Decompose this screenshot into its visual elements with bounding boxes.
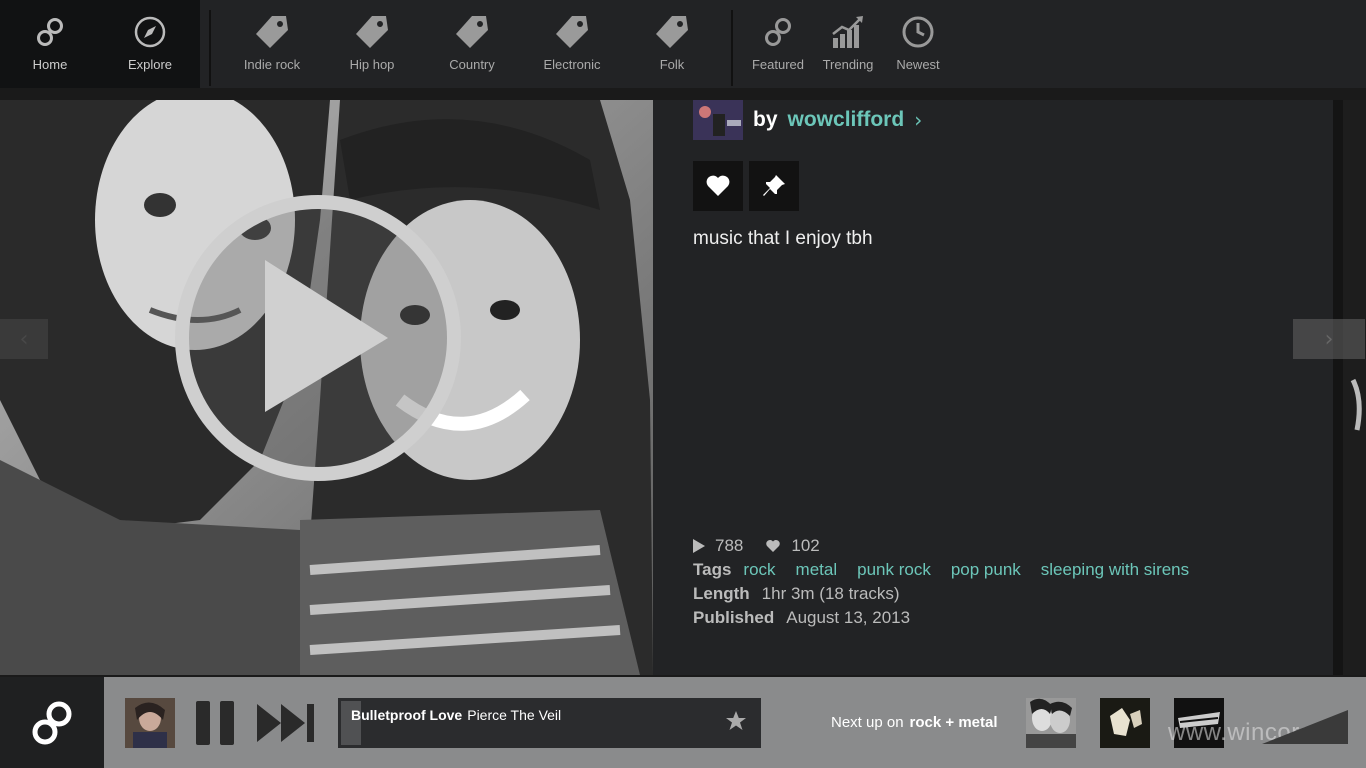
next-mix-button[interactable]: › <box>1293 319 1365 359</box>
infinity-icon <box>32 14 68 50</box>
queued-mix-thumb[interactable] <box>1026 698 1076 748</box>
nav-featured[interactable]: Featured <box>743 0 813 88</box>
nav-genre-label: Hip hop <box>349 57 395 72</box>
nav-genre-indie-rock[interactable]: Indie rock <box>222 0 322 88</box>
volume-icon[interactable] <box>1262 710 1348 744</box>
nav-newest[interactable]: Newest <box>883 0 953 88</box>
next-up-text: Next up on <box>831 714 904 731</box>
queued-mix-thumb[interactable] <box>1100 698 1150 748</box>
tag-icon <box>554 14 590 50</box>
play-count-value: 788 <box>715 536 744 555</box>
nav-home[interactable]: Home <box>0 0 100 88</box>
mix-stats: 788 102 <box>693 536 842 556</box>
tag-link[interactable]: metal <box>796 560 838 580</box>
author-avatar[interactable] <box>693 100 743 140</box>
nav-trending[interactable]: Trending <box>813 0 883 88</box>
nav-newest-label: Newest <box>896 57 940 72</box>
nav-primary: Home Explore <box>0 0 200 88</box>
tag-icon <box>454 14 490 50</box>
author-row[interactable]: by wowclifford › <box>693 100 922 140</box>
author-by-label: by <box>753 108 778 131</box>
nav-trending-label: Trending <box>822 57 874 72</box>
published-label: Published <box>693 608 775 627</box>
tag-link[interactable]: rock <box>743 560 775 580</box>
chevron-left-icon: ‹ <box>19 326 29 352</box>
heart-icon <box>706 175 730 196</box>
track-artist: Pierce The Veil <box>467 707 562 723</box>
mix-description: music that I enjoy tbh <box>693 228 873 249</box>
like-count-value: 102 <box>791 536 820 555</box>
published-value: August 13, 2013 <box>786 608 911 627</box>
play-icon <box>175 195 461 481</box>
tag-link[interactable]: pop punk <box>951 560 1021 580</box>
like-count: 102 <box>765 536 820 556</box>
nav-genre-label: Indie rock <box>243 57 301 72</box>
chevron-right-icon[interactable]: › <box>914 108 922 132</box>
length-value: 1hr 3m (18 tracks) <box>761 584 900 603</box>
published-row: Published August 13, 2013 <box>693 608 910 628</box>
nav-genre-hip-hop[interactable]: Hip hop <box>322 0 422 88</box>
nav-divider <box>209 10 211 86</box>
nav-genre-folk[interactable]: Folk <box>622 0 722 88</box>
tag-icon <box>654 14 690 50</box>
nav-genre-label: Folk <box>659 57 685 72</box>
previous-mix-button[interactable]: ‹ <box>0 319 48 359</box>
nav-home-label: Home <box>32 57 68 72</box>
tags-row: Tags rock metal punk rock pop punk sleep… <box>693 560 1209 580</box>
skip-button[interactable] <box>257 704 315 746</box>
skip-forward-icon <box>257 704 314 742</box>
top-navigation: Home Explore Indie rock Hip hop Country … <box>0 0 1366 88</box>
nav-featured-label: Featured <box>751 57 805 72</box>
clock-icon <box>900 14 936 50</box>
chevron-right-icon: › <box>1324 326 1334 352</box>
now-playing-artwork[interactable] <box>125 698 175 748</box>
panel-edge <box>1333 100 1343 675</box>
next-up-tags[interactable]: rock + metal <box>910 714 998 731</box>
mix-cover-image[interactable]: ‹ <box>0 100 653 675</box>
play-count: 788 <box>693 536 743 556</box>
nav-browse: Featured Trending Newest <box>743 0 953 88</box>
now-playing-track[interactable]: Bulletproof Love Pierce The Veil <box>338 698 761 748</box>
cover-photo <box>0 100 653 675</box>
nav-genres: Indie rock Hip hop Country Electronic Fo… <box>222 0 722 88</box>
player-bar: Bulletproof Love Pierce The Veil Next up … <box>0 677 1366 768</box>
next-mix-peek[interactable] <box>1343 100 1366 675</box>
length-label: Length <box>693 584 750 603</box>
tag-link[interactable]: sleeping with sirens <box>1041 560 1189 580</box>
app-logo[interactable] <box>0 677 104 768</box>
pause-icon-bar <box>196 701 210 745</box>
tag-icon <box>254 14 290 50</box>
nav-explore-label: Explore <box>127 57 173 72</box>
nav-genre-country[interactable]: Country <box>422 0 522 88</box>
track-title: Bulletproof Love <box>351 707 463 723</box>
nav-genre-label: Country <box>449 57 495 72</box>
mix-details-panel: by wowclifford › music that I enjoy tbh … <box>653 100 1333 675</box>
pin-button[interactable] <box>749 161 799 211</box>
star-icon <box>726 711 746 730</box>
track-info: Bulletproof Love Pierce The Veil <box>351 707 561 723</box>
like-button[interactable] <box>693 161 743 211</box>
infinity-logo-icon <box>32 701 72 744</box>
heart-small-icon <box>766 540 781 552</box>
favorite-track-button[interactable] <box>725 710 747 736</box>
pause-icon-bar <box>220 701 234 745</box>
length-row: Length 1hr 3m (18 tracks) <box>693 584 900 604</box>
tag-icon <box>354 14 390 50</box>
trending-chart-icon <box>830 14 866 50</box>
pause-button[interactable] <box>196 701 234 745</box>
compass-icon <box>132 14 168 50</box>
next-up-label: Next up on rock + metal <box>831 714 998 731</box>
tag-link[interactable]: punk rock <box>857 560 931 580</box>
nav-divider <box>731 10 733 86</box>
nav-explore[interactable]: Explore <box>100 0 200 88</box>
nav-genre-label: Electronic <box>543 57 601 72</box>
author-link[interactable]: wowclifford <box>788 108 905 132</box>
pin-icon <box>763 175 785 196</box>
tags-label: Tags <box>693 560 732 579</box>
play-small-icon <box>693 539 705 553</box>
nav-genre-electronic[interactable]: Electronic <box>522 0 622 88</box>
infinity-icon <box>760 14 796 50</box>
